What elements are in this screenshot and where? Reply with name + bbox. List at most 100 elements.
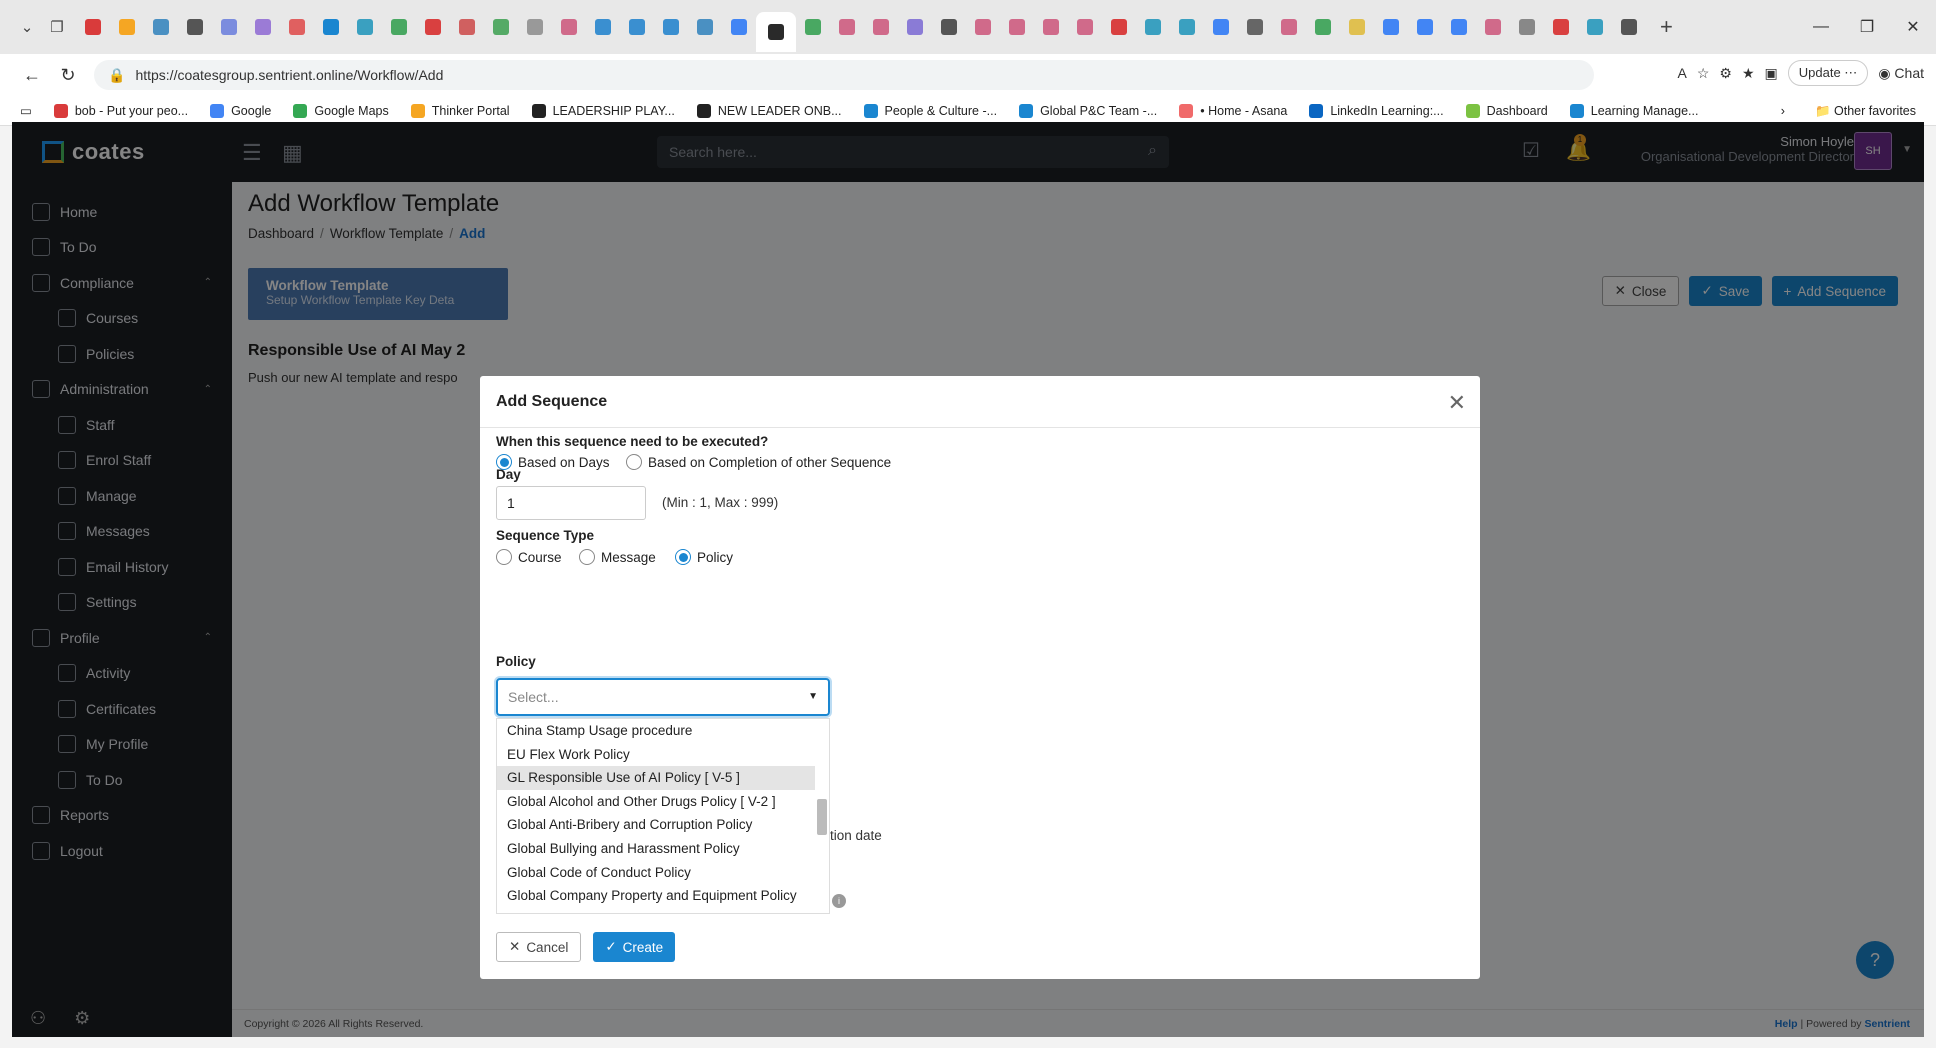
new-tab-button[interactable]: + xyxy=(1660,14,1673,40)
browser-tab[interactable] xyxy=(1544,10,1578,44)
bookmark-item[interactable]: Thinker Portal xyxy=(410,103,510,118)
browser-tab[interactable] xyxy=(1102,10,1136,44)
browser-tab[interactable] xyxy=(314,10,348,44)
favorite-star-icon[interactable]: ☆ xyxy=(1697,65,1710,82)
browser-tab[interactable] xyxy=(1034,10,1068,44)
workspaces-icon[interactable]: ❐ xyxy=(42,12,72,42)
read-aloud-icon[interactable]: A xyxy=(1678,65,1687,81)
browser-tab[interactable] xyxy=(1170,10,1204,44)
bookmark-item[interactable]: People & Culture -... xyxy=(863,103,997,118)
day-input[interactable] xyxy=(496,486,646,520)
tab-actions-icon[interactable]: ⌄ xyxy=(12,12,42,42)
policy-option[interactable]: Global Code of Conduct Policy xyxy=(497,861,829,885)
radio-based-on-completion[interactable]: Based on Completion of other Sequence xyxy=(626,454,891,470)
policy-option[interactable]: GL Responsible Use of AI Policy [ V-5 ] xyxy=(497,766,815,790)
browser-tab[interactable] xyxy=(212,10,246,44)
more-bookmarks-icon[interactable]: › xyxy=(1781,104,1785,118)
bookmark-item[interactable]: Google Maps xyxy=(293,103,389,118)
bookmark-item[interactable]: LinkedIn Learning:... xyxy=(1309,103,1444,118)
browser-tab[interactable] xyxy=(966,10,1000,44)
browser-tab[interactable] xyxy=(1340,10,1374,44)
browser-tab[interactable] xyxy=(518,10,552,44)
policy-option[interactable]: Global Anti-Bribery and Corruption Polic… xyxy=(497,813,829,837)
browser-tab[interactable] xyxy=(586,10,620,44)
bookmark-item[interactable]: Dashboard xyxy=(1465,103,1548,118)
modal-close-icon[interactable]: ✕ xyxy=(1448,390,1466,416)
radio-label: Based on Completion of other Sequence xyxy=(648,454,892,470)
browser-tab[interactable] xyxy=(688,10,722,44)
browser-tab[interactable] xyxy=(654,10,688,44)
browser-tab[interactable] xyxy=(830,10,864,44)
browser-tab[interactable] xyxy=(382,10,416,44)
radio-type-message[interactable]: Message xyxy=(579,549,656,565)
browser-tab[interactable] xyxy=(144,10,178,44)
policy-option[interactable]: Global Bullying and Harassment Policy xyxy=(497,837,829,861)
bookmark-label: NEW LEADER ONB... xyxy=(717,103,842,118)
browser-tab[interactable] xyxy=(932,10,966,44)
bookmark-item[interactable]: • Home - Asana xyxy=(1179,103,1287,118)
browser-tab[interactable] xyxy=(1272,10,1306,44)
browser-tab[interactable] xyxy=(722,10,756,44)
bookmark-item[interactable]: bob - Put your peo... xyxy=(53,103,188,118)
browser-tab[interactable] xyxy=(1374,10,1408,44)
radio-type-policy[interactable]: Policy xyxy=(675,549,733,565)
bookmark-item[interactable]: Google xyxy=(210,103,271,118)
url-field[interactable]: 🔒 https://coatesgroup.sentrient.online/W… xyxy=(94,60,1594,90)
close-window-button[interactable]: ✕ xyxy=(1890,17,1936,37)
refresh-icon[interactable]: ↻ xyxy=(50,65,86,86)
browser-tab[interactable] xyxy=(1442,10,1476,44)
browser-tab[interactable] xyxy=(178,10,212,44)
minimize-button[interactable]: — xyxy=(1798,18,1844,36)
browser-tab[interactable] xyxy=(756,12,796,52)
collections-icon[interactable]: ▣ xyxy=(1765,65,1778,82)
browser-tab[interactable] xyxy=(1204,10,1238,44)
browser-tab[interactable] xyxy=(450,10,484,44)
back-icon[interactable]: ← xyxy=(14,65,50,86)
favorites-icon[interactable]: ★ xyxy=(1742,65,1755,82)
bookmark-item[interactable]: NEW LEADER ONB... xyxy=(696,103,842,118)
browser-tab[interactable] xyxy=(1578,10,1612,44)
info-icon[interactable]: i xyxy=(832,894,846,908)
browser-tab[interactable] xyxy=(110,10,144,44)
policy-option[interactable]: Global Alcohol and Other Drugs Policy [ … xyxy=(497,790,829,814)
browser-tab[interactable] xyxy=(1238,10,1272,44)
browser-tab[interactable] xyxy=(620,10,654,44)
browser-tab[interactable] xyxy=(1612,10,1646,44)
browser-tab[interactable] xyxy=(1306,10,1340,44)
browser-tab[interactable] xyxy=(246,10,280,44)
browser-tab[interactable] xyxy=(1000,10,1034,44)
chat-button[interactable]: ◉ Chat xyxy=(1878,65,1924,82)
dropdown-scrollbar[interactable] xyxy=(817,799,827,835)
policy-option[interactable]: EU Flex Work Policy xyxy=(497,743,829,767)
browser-tab[interactable] xyxy=(416,10,450,44)
browser-tab[interactable] xyxy=(864,10,898,44)
policy-option[interactable]: China Stamp Usage procedure xyxy=(497,719,829,743)
browser-tab[interactable] xyxy=(1136,10,1170,44)
cancel-button[interactable]: ✕ Cancel xyxy=(496,932,582,962)
browser-tab[interactable] xyxy=(280,10,314,44)
extensions-icon[interactable]: ⚙ xyxy=(1719,65,1732,82)
browser-tab[interactable] xyxy=(1068,10,1102,44)
radio-type-course[interactable]: Course xyxy=(496,549,562,565)
bookmark-item[interactable]: LEADERSHIP PLAY... xyxy=(531,103,675,118)
browser-tab[interactable] xyxy=(796,10,830,44)
caret-down-icon[interactable]: ▼ xyxy=(808,691,818,702)
policy-option[interactable]: Global Company Property and Equipment Po… xyxy=(497,884,829,908)
restore-button[interactable]: ❐ xyxy=(1844,17,1890,37)
browser-tab[interactable] xyxy=(1408,10,1442,44)
create-button[interactable]: ✓ Create xyxy=(593,932,676,962)
browser-tab[interactable] xyxy=(484,10,518,44)
bookmarks-menu-icon[interactable]: ▭ xyxy=(20,103,32,118)
policy-select[interactable]: Select... ▼ xyxy=(496,678,830,716)
policy-dropdown-list[interactable]: China Stamp Usage procedure EU Flex Work … xyxy=(496,718,830,914)
browser-tab[interactable] xyxy=(898,10,932,44)
browser-tab[interactable] xyxy=(348,10,382,44)
browser-tab[interactable] xyxy=(552,10,586,44)
bookmark-item[interactable]: Learning Manage... xyxy=(1569,103,1698,118)
update-button[interactable]: Update ⋯ xyxy=(1787,60,1869,86)
browser-tab[interactable] xyxy=(1476,10,1510,44)
browser-tab[interactable] xyxy=(76,10,110,44)
bookmark-item[interactable]: Global P&C Team -... xyxy=(1019,103,1157,118)
other-favorites[interactable]: 📁 Other favorites xyxy=(1815,104,1916,119)
browser-tab[interactable] xyxy=(1510,10,1544,44)
